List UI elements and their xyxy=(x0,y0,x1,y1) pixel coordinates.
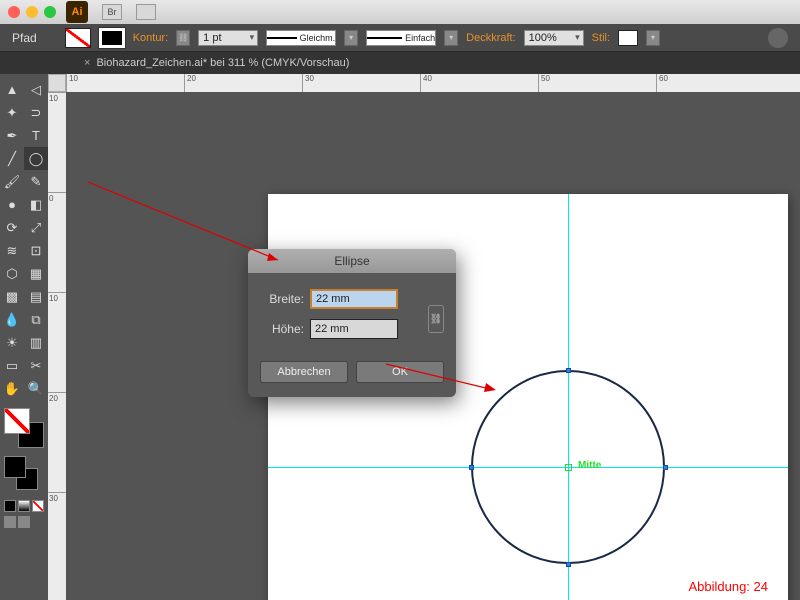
document-title: Biohazard_Zeichen.ai* bei 311 % (CMYK/Vo… xyxy=(96,57,349,69)
screen-mode-row[interactable] xyxy=(0,514,48,530)
ruler-vertical[interactable]: 100102030 xyxy=(48,92,66,600)
color-mode-row[interactable] xyxy=(0,498,48,514)
width-input[interactable] xyxy=(310,289,398,309)
tool-symbol[interactable]: ☀ xyxy=(0,331,24,354)
tool-grad[interactable]: ▤ xyxy=(24,285,48,308)
style-label: Stil: xyxy=(592,32,610,44)
anchor-point[interactable] xyxy=(566,562,571,567)
tool-hand[interactable]: ✋ xyxy=(0,377,24,400)
tool-persp[interactable]: ▦ xyxy=(24,262,48,285)
tool-artb[interactable]: ▭ xyxy=(0,354,24,377)
ruler-origin[interactable] xyxy=(48,74,66,92)
stroke-label: Kontur: xyxy=(133,32,168,44)
control-bar: Pfad Kontur: ⛓ 1 pt Gleichm. ▾ Einfach ▾… xyxy=(0,24,800,52)
tool-width[interactable]: ≋ xyxy=(0,239,24,262)
tool-eyedrop[interactable]: 💧 xyxy=(0,308,24,331)
ok-button[interactable]: OK xyxy=(356,361,444,383)
window-titlebar: Ai Br xyxy=(0,0,800,24)
stroke-width-dropdown[interactable]: 1 pt xyxy=(198,30,258,46)
dialog-title: Ellipse xyxy=(248,249,456,273)
opacity-dropdown[interactable]: 100% xyxy=(524,30,584,46)
constrain-link-icon[interactable]: ⛓ xyxy=(428,305,444,333)
tool-slice[interactable]: ✂ xyxy=(24,354,48,377)
stroke-swatch[interactable] xyxy=(99,28,125,48)
minimize-traffic-light[interactable] xyxy=(26,6,38,18)
anchor-point[interactable] xyxy=(663,465,668,470)
tool-wand[interactable]: ✦ xyxy=(0,101,24,124)
fill-stroke-proxy[interactable] xyxy=(4,408,44,448)
tool-lasso[interactable]: ⊃ xyxy=(24,101,48,124)
tool-rot[interactable]: ⟳ xyxy=(0,216,24,239)
tool-blend[interactable]: ⧉ xyxy=(24,308,48,331)
dropdown-arrow-icon[interactable]: ▾ xyxy=(646,30,660,46)
tool-scale[interactable]: ⤢ xyxy=(24,216,48,239)
bridge-icon[interactable]: Br xyxy=(102,4,122,20)
width-label: Breite: xyxy=(260,292,304,306)
ellipse-dialog: Ellipse Breite: Höhe: ⛓ xyxy=(248,249,456,397)
app-badge: Ai xyxy=(66,1,88,23)
document-tab[interactable]: × Biohazard_Zeichen.ai* bei 311 % (CMYK/… xyxy=(0,52,800,74)
selection-type: Pfad xyxy=(12,31,37,45)
tool-zoom[interactable]: 🔍 xyxy=(24,377,48,400)
close-traffic-light[interactable] xyxy=(8,6,20,18)
toolbox: ▲◁✦⊃✒T╱◯🖌✎●◧⟳⤢≋⊡⬡▦▩▤💧⧉☀▥▭✂✋🔍 xyxy=(0,74,48,600)
anchor-point[interactable] xyxy=(469,465,474,470)
tool-mesh[interactable]: ▩ xyxy=(0,285,24,308)
center-point xyxy=(565,464,572,471)
fill-swatch[interactable] xyxy=(65,28,91,48)
tool-type[interactable]: T xyxy=(24,124,48,147)
tool-ellipse[interactable]: ◯ xyxy=(24,147,48,170)
workspace[interactable]: 102030405060 100102030 Mitte Ellipse Bre… xyxy=(48,74,800,600)
stroke-profile-basic[interactable]: Einfach xyxy=(366,30,436,46)
tool-pencil[interactable]: ✎ xyxy=(24,170,48,193)
tool-line[interactable]: ╱ xyxy=(0,147,24,170)
tool-pen[interactable]: ✒ xyxy=(0,124,24,147)
tool-graph[interactable]: ▥ xyxy=(24,331,48,354)
help-icon[interactable] xyxy=(768,28,788,48)
height-label: Höhe: xyxy=(260,322,304,336)
figure-number: Abbildung: 24 xyxy=(688,579,768,594)
tool-shapeb[interactable]: ⬡ xyxy=(0,262,24,285)
fill-stroke-small[interactable] xyxy=(4,456,38,490)
close-tab-icon[interactable]: × xyxy=(84,57,90,69)
style-swatch[interactable] xyxy=(618,30,638,46)
tool-freetf[interactable]: ⊡ xyxy=(24,239,48,262)
tool-eraser[interactable]: ◧ xyxy=(24,193,48,216)
tool-dsel[interactable]: ◁ xyxy=(24,78,48,101)
dropdown-arrow-icon[interactable]: ▾ xyxy=(344,30,358,46)
tool-blob[interactable]: ● xyxy=(0,193,24,216)
smart-guide-label: Mitte xyxy=(578,460,601,471)
dropdown-arrow-icon[interactable]: ▾ xyxy=(444,30,458,46)
cancel-button[interactable]: Abbrechen xyxy=(260,361,348,383)
tool-brush[interactable]: 🖌 xyxy=(0,170,24,193)
anchor-point[interactable] xyxy=(566,368,571,373)
opacity-label: Deckkraft: xyxy=(466,32,516,44)
ruler-horizontal[interactable]: 102030405060 xyxy=(66,74,800,92)
stroke-profile-uniform[interactable]: Gleichm. xyxy=(266,30,336,46)
zoom-traffic-light[interactable] xyxy=(44,6,56,18)
stroke-link-icon[interactable]: ⛓ xyxy=(176,30,190,46)
tool-sel[interactable]: ▲ xyxy=(0,78,24,101)
height-input[interactable] xyxy=(310,319,398,339)
arrange-icon[interactable] xyxy=(136,4,156,20)
